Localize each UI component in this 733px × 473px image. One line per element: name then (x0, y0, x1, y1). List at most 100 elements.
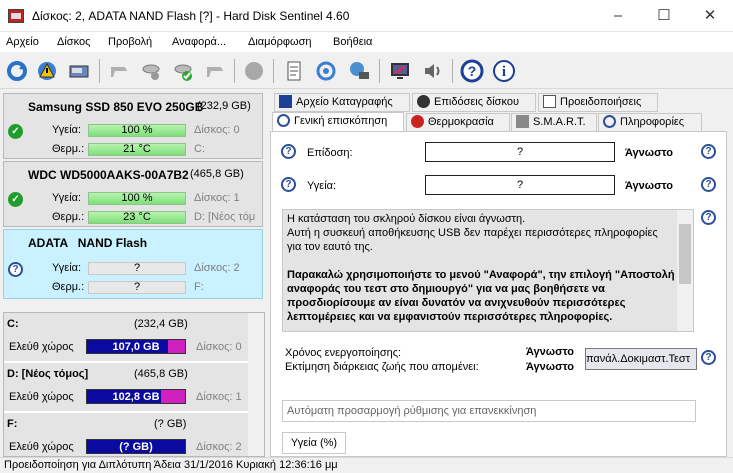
help-icon[interactable]: ? (701, 350, 716, 365)
report-icon[interactable] (280, 57, 308, 85)
volume-disk: Δίσκος: 2 (196, 441, 242, 453)
network-icon[interactable] (345, 57, 373, 85)
health-label: Υγεία: (52, 192, 82, 204)
menu-help[interactable]: Βοήθεια (333, 36, 372, 48)
temp-row: Θερμ.: ? F: (4, 281, 262, 295)
disk-icon (516, 115, 529, 128)
disk-item-0[interactable]: Samsung SSD 850 EVO 250GB (232,9 GB) ✓ Υ… (3, 93, 263, 159)
disk-test-icon[interactable] (137, 57, 165, 85)
report-request-message: Παρακαλώ χρησιμοποιήστε το μενού "Αναφορ… (287, 269, 675, 323)
health-row: Υγεία: ? Δίσκος: 2 (4, 262, 262, 276)
temp-row: Θερμ.: 21 °C C: (4, 143, 262, 157)
free-space-label: Ελεύθ χώρος (9, 391, 74, 403)
info-icon (603, 115, 616, 128)
disk-icon[interactable] (65, 57, 93, 85)
disk-index: Δίσκος: 0 (194, 124, 240, 136)
health-row: Υγεία: 100 % Δίσκος: 1 (4, 192, 262, 206)
maximize-button[interactable]: ☐ (641, 0, 687, 32)
autofix-field[interactable]: Αυτόματη προσαρμογή ρύθμισης για επανεκκ… (282, 400, 696, 422)
power-on-label: Χρόνος ενεργοποίησης: (285, 347, 402, 359)
health-status: Άγνωστο (625, 180, 673, 192)
help-icon[interactable]: ? (701, 177, 716, 192)
temp-label: Θερμ.: (52, 143, 85, 155)
tab-performance[interactable]: Επιδόσεις δίσκου (412, 93, 536, 112)
tab-smart[interactable]: S.M.A.R.T. (511, 113, 597, 132)
menu-file[interactable]: Αρχείο (6, 36, 39, 48)
minimize-button[interactable]: – (595, 0, 641, 32)
disk-capacity: (465,8 GB) (190, 168, 244, 180)
menu-view[interactable]: Προβολή (108, 36, 152, 48)
status-message: Η κατάσταση του σκληρού δίσκου είναι άγν… (287, 213, 658, 253)
menu-disk[interactable]: Δίσκος (57, 36, 90, 48)
test-button[interactable]: πανάλ.Δοκιμαστ.Τεστ (585, 348, 697, 370)
help-icon[interactable]: ? (701, 210, 716, 225)
message-scrollbar[interactable] (677, 210, 693, 331)
volume-item[interactable]: D: [Νέος τόμος] (465,8 GB) Ελεύθ χώρος 1… (4, 363, 249, 412)
performance-label: Επίδοση: (307, 147, 353, 159)
status-text: Προειδοποίηση για Διπλότυπη Άδεια 31/1/2… (4, 459, 338, 471)
sync-icon[interactable] (312, 57, 340, 85)
disk-grey-icon[interactable] (105, 57, 133, 85)
disk-item-1[interactable]: WDC WD5000AAKS-00A7B2 (465,8 GB) ✓ Υγεία… (3, 161, 263, 227)
close-button[interactable]: ✕ (687, 0, 733, 32)
info-icon[interactable]: i (490, 57, 518, 85)
volume-item[interactable]: F: (? GB) Ελεύθ χώρος (? GB) Δίσκος: 2 (4, 413, 249, 456)
volume-capacity: (465,8 GB) (134, 368, 188, 380)
drive-letter: F: (194, 281, 204, 293)
monitor-icon[interactable] (386, 57, 414, 85)
status-bar: Προειδοποίηση για Διπλότυπη Άδεια 31/1/2… (0, 457, 733, 473)
help-icon (277, 114, 290, 127)
free-space-label: Ελεύθ χώρος (9, 341, 74, 353)
volume-list[interactable]: C: (232,4 GB) Ελεύθ χώρος 107,0 GB Δίσκο… (3, 312, 265, 457)
refresh-icon[interactable] (3, 57, 31, 85)
circle-grey-icon[interactable] (240, 57, 268, 85)
disk-grey2-icon[interactable] (201, 57, 229, 85)
lifetime-value: Άγνωστο (526, 361, 574, 373)
help-icon[interactable]: ? (281, 177, 296, 192)
menu-configuration[interactable]: Διαμόρφωση (248, 36, 312, 48)
volume-capacity: (? GB) (154, 418, 187, 430)
speaker-icon[interactable] (418, 57, 446, 85)
document-icon (543, 95, 556, 108)
volume-scrollbar[interactable] (248, 313, 264, 456)
help-icon[interactable]: ? (701, 144, 716, 159)
power-on-value: Άγνωστο (526, 346, 574, 358)
health-bar: ? (88, 262, 186, 275)
help-icon[interactable]: ? (458, 57, 486, 85)
temp-bar: 21 °C (88, 143, 186, 156)
volume-disk: Δίσκος: 0 (196, 341, 242, 353)
disk-item-2[interactable]: ADATA NAND Flash ? Υγεία: ? Δίσκος: 2 Θε… (3, 229, 263, 299)
free-space-bar: (? GB) (86, 439, 186, 454)
tab-overview[interactable]: Γενική επισκόπηση (272, 112, 404, 133)
tab-information[interactable]: Πληροφορίες (598, 113, 702, 132)
performance-field: ? (425, 142, 615, 162)
status-message-box[interactable]: Η κατάσταση του σκληρού δίσκου είναι άγν… (282, 209, 694, 332)
temp-bar: 23 °C (88, 211, 186, 224)
disk-index: Δίσκος: 1 (194, 192, 240, 204)
health-bar: 100 % (88, 124, 186, 137)
toolbar: ? i (0, 53, 733, 89)
health-label: Υγεία: (52, 262, 82, 274)
overview-panel: ? Επίδοση: ? Άγνωστο ? ? Υγεία: ? Άγνωστ… (270, 131, 727, 457)
help-icon[interactable]: ? (281, 144, 296, 159)
free-space-bar: 102,8 GB (86, 389, 186, 404)
health-field: ? (425, 175, 615, 195)
alert-refresh-icon[interactable] (33, 57, 61, 85)
temp-label: Θερμ.: (52, 281, 85, 293)
menu-report[interactable]: Αναφορά... (172, 36, 226, 48)
svg-text:i: i (502, 64, 506, 80)
health-percent-tab[interactable]: Υγεία (%) (282, 432, 346, 454)
tab-temperature[interactable]: Θερμοκρασία (406, 113, 510, 132)
volume-name: D: [Νέος τόμος] (7, 368, 89, 380)
tab-log[interactable]: Αρχείο Καταγραφής (274, 93, 410, 112)
tab-alerts[interactable]: Προειδοποιήσεις (538, 93, 658, 112)
volume-name: F: (7, 418, 18, 430)
disk-check-icon[interactable] (169, 57, 197, 85)
health-bar: 100 % (88, 192, 186, 205)
health-label: Υγεία: (307, 180, 337, 192)
thermometer-icon (411, 115, 424, 128)
svg-text:?: ? (468, 63, 477, 79)
disk-name: Samsung SSD 850 EVO 250GB (28, 100, 204, 114)
performance-status: Άγνωστο (625, 147, 673, 159)
volume-item[interactable]: C: (232,4 GB) Ελεύθ χώρος 107,0 GB Δίσκο… (4, 313, 249, 362)
